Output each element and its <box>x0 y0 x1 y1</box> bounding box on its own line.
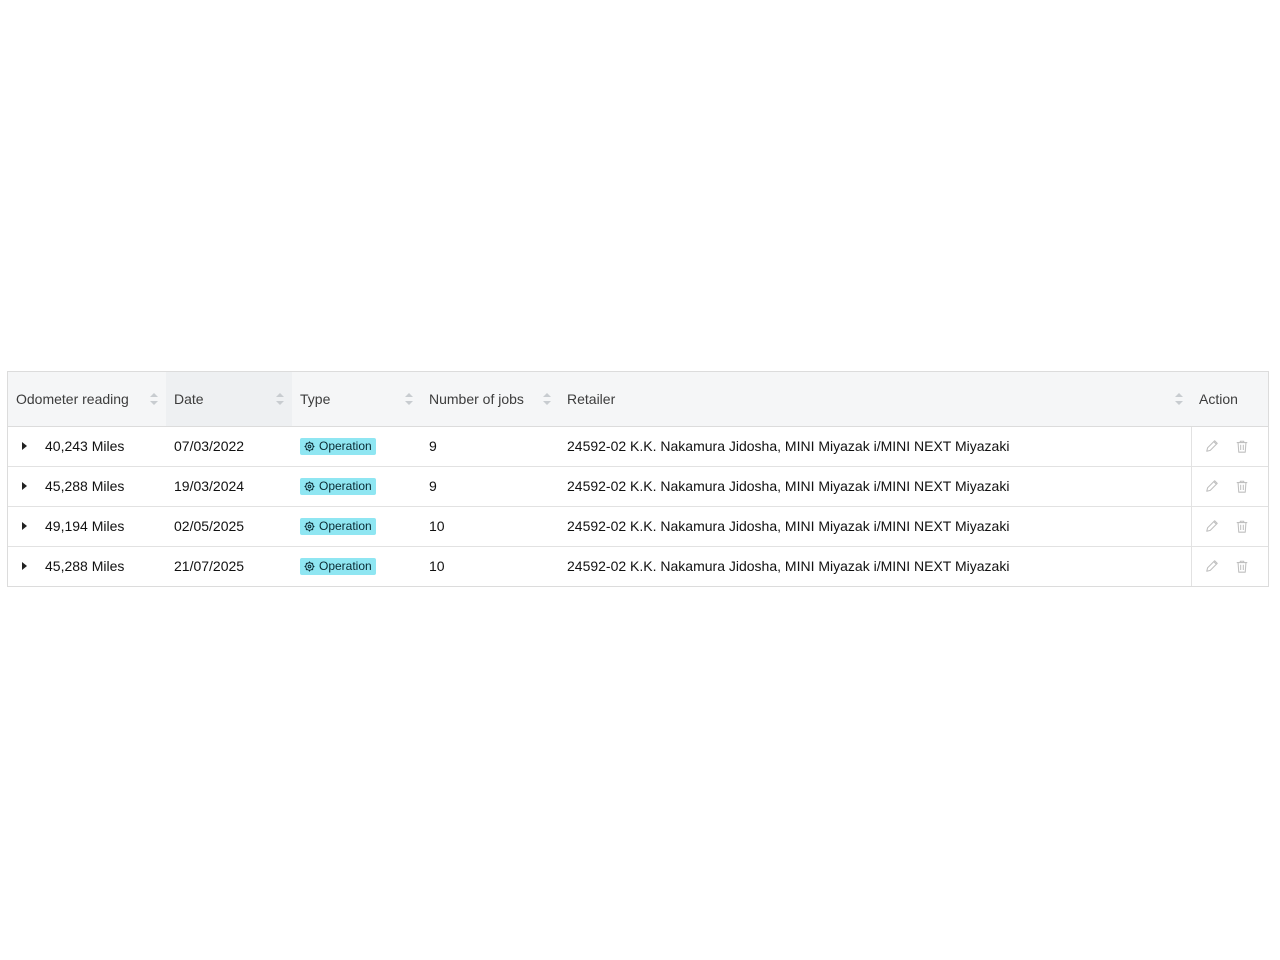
column-header-action: Action <box>1191 372 1268 427</box>
column-label: Type <box>300 391 331 408</box>
type-tag: Operation <box>300 437 376 455</box>
table-body: 40,243 Miles 07/03/2022 Operation 9 2459… <box>8 426 1268 586</box>
column-header-odometer[interactable]: Odometer reading <box>8 372 166 427</box>
trash-icon <box>1236 560 1247 573</box>
jobs-cell: 9 <box>429 438 437 454</box>
delete-button[interactable] <box>1234 558 1250 574</box>
table-row: 45,288 Miles 19/03/2024 Operation 9 2459… <box>8 465 1268 506</box>
type-cell: Operation <box>292 505 421 546</box>
action-cell <box>1190 505 1268 546</box>
pencil-icon <box>1205 440 1218 452</box>
gear-icon <box>304 561 315 571</box>
odometer-value: 45,288 Miles <box>45 478 125 494</box>
sort-icon[interactable] <box>1175 392 1183 405</box>
type-tag: Operation <box>300 477 376 495</box>
column-label: Odometer reading <box>16 391 129 408</box>
odometer-value: 45,288 Miles <box>45 558 125 574</box>
retailer-cell: 24592-02 K.K. Nakamura Jidosha, MINI Miy… <box>559 505 1191 546</box>
type-cell: Operation <box>292 545 421 586</box>
type-tag-label: Operation <box>319 519 372 533</box>
type-tag-label: Operation <box>319 439 372 453</box>
action-cell <box>1190 545 1268 586</box>
column-header-retailer[interactable]: Retailer <box>559 372 1191 427</box>
gear-icon <box>304 441 315 451</box>
sort-icon[interactable] <box>150 392 158 405</box>
caret-right-icon[interactable] <box>22 522 27 530</box>
edit-button[interactable] <box>1204 478 1220 494</box>
pencil-icon <box>1205 560 1218 572</box>
sort-icon[interactable] <box>405 392 413 405</box>
odometer-value: 49,194 Miles <box>45 518 125 534</box>
column-label: Date <box>174 391 204 408</box>
type-cell: Operation <box>292 465 421 506</box>
table-row: 45,288 Miles 21/07/2025 Operation 10 245… <box>8 545 1268 586</box>
type-tag-label: Operation <box>319 559 372 573</box>
date-cell: 02/05/2025 <box>166 505 292 546</box>
odometer-value: 40,243 Miles <box>45 438 125 454</box>
edit-button[interactable] <box>1204 518 1220 534</box>
table-header: Odometer reading Date Type Number of job… <box>8 372 1268 427</box>
caret-right-icon[interactable] <box>22 562 27 570</box>
sort-icon[interactable] <box>543 392 551 405</box>
type-tag-label: Operation <box>319 479 372 493</box>
delete-button[interactable] <box>1234 438 1250 454</box>
table-row: 49,194 Miles 02/05/2025 Operation 10 245… <box>8 505 1268 546</box>
column-header-number-of-jobs[interactable]: Number of jobs <box>421 372 559 427</box>
caret-right-icon[interactable] <box>22 442 27 450</box>
jobs-cell: 10 <box>421 545 559 586</box>
pencil-icon <box>1205 480 1218 492</box>
gear-icon <box>304 521 315 531</box>
service-history-grid: Odometer reading Date Type Number of job… <box>8 372 1268 586</box>
type-cell: Operation <box>292 426 421 466</box>
date-cell: 19/03/2024 <box>166 465 292 506</box>
retailer-cell: 24592-02 K.K. Nakamura Jidosha, MINI Miy… <box>559 465 1191 506</box>
type-tag: Operation <box>300 517 376 535</box>
date-cell: 21/07/2025 <box>166 545 292 586</box>
delete-button[interactable] <box>1234 518 1250 534</box>
sort-icon[interactable] <box>276 392 284 405</box>
caret-right-icon[interactable] <box>22 482 27 490</box>
action-cell <box>1190 465 1268 506</box>
edit-button[interactable] <box>1204 438 1220 454</box>
retailer-cell: 24592-02 K.K. Nakamura Jidosha, MINI Miy… <box>567 438 1010 454</box>
table-row: 40,243 Miles 07/03/2022 Operation 9 2459… <box>8 426 1268 466</box>
odometer-cell: 49,194 Miles <box>8 505 166 546</box>
odometer-cell: 45,288 Miles <box>8 545 166 586</box>
odometer-cell: 40,243 Miles <box>8 426 166 466</box>
jobs-cell: 9 <box>421 465 559 506</box>
trash-icon <box>1236 520 1247 533</box>
delete-button[interactable] <box>1234 478 1250 494</box>
trash-icon <box>1236 480 1247 493</box>
header-row: Odometer reading Date Type Number of job… <box>8 372 1268 427</box>
date-cell: 07/03/2022 <box>174 438 245 454</box>
column-label: Action <box>1199 391 1238 408</box>
pencil-icon <box>1205 520 1218 532</box>
column-label: Number of jobs <box>429 391 524 408</box>
jobs-cell: 10 <box>421 505 559 546</box>
column-header-type[interactable]: Type <box>292 372 421 427</box>
odometer-cell: 45,288 Miles <box>8 465 166 506</box>
retailer-cell: 24592-02 K.K. Nakamura Jidosha, MINI Miy… <box>559 545 1191 586</box>
type-tag: Operation <box>300 557 376 575</box>
column-label: Retailer <box>567 391 616 408</box>
edit-button[interactable] <box>1204 558 1220 574</box>
gear-icon <box>304 481 315 491</box>
action-cell <box>1190 426 1268 466</box>
service-history-table: Odometer reading Date Type Number of job… <box>7 371 1269 587</box>
column-header-date[interactable]: Date <box>166 372 292 427</box>
trash-icon <box>1236 440 1247 453</box>
